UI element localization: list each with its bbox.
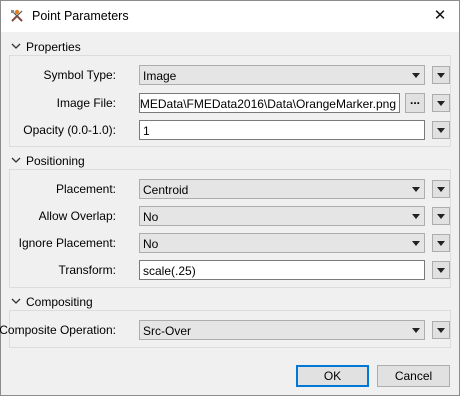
- opacity-label: Opacity (0.0-1.0):: [23, 123, 116, 137]
- symbol-type-dropdown[interactable]: Image: [139, 65, 425, 85]
- point-parameters-dialog: Point Parameters ✕ Properties Symbol Typ…: [0, 0, 460, 396]
- ignore-placement-menu-button[interactable]: [432, 234, 450, 252]
- triangle-down-icon: [437, 328, 445, 333]
- triangle-down-icon: [437, 214, 445, 219]
- triangle-down-icon: [412, 214, 420, 219]
- triangle-down-icon: [437, 128, 445, 133]
- chevron-down-icon: [11, 43, 21, 49]
- ok-button[interactable]: OK: [296, 365, 369, 387]
- section-title: Properties: [26, 40, 81, 54]
- dropdown-value: Image: [143, 69, 177, 83]
- cancel-button[interactable]: Cancel: [377, 365, 450, 387]
- title-bar: Point Parameters ✕: [1, 1, 459, 32]
- dropdown-value: No: [143, 210, 159, 224]
- composite-operation-dropdown[interactable]: Src-Over: [139, 320, 425, 340]
- close-icon: ✕: [433, 7, 447, 24]
- dropdown-value: No: [143, 237, 159, 251]
- triangle-down-icon: [437, 101, 445, 106]
- opacity-input[interactable]: 1: [139, 120, 425, 140]
- triangle-down-icon: [437, 73, 445, 78]
- symbol-type-label: Symbol Type:: [43, 68, 116, 82]
- chevron-down-icon: [11, 157, 21, 163]
- section-title: Compositing: [26, 295, 93, 309]
- window-title: Point Parameters: [32, 9, 129, 23]
- transform-menu-button[interactable]: [432, 261, 450, 279]
- triangle-down-icon: [412, 73, 420, 78]
- composite-operation-menu-button[interactable]: [432, 321, 450, 339]
- triangle-down-icon: [412, 241, 420, 246]
- transform-label: Transform:: [58, 263, 116, 277]
- triangle-down-icon: [412, 187, 420, 192]
- ignore-placement-label: Ignore Placement:: [18, 236, 116, 250]
- image-file-label: Image File:: [56, 96, 116, 110]
- placement-dropdown[interactable]: Centroid: [139, 179, 425, 199]
- positioning-group: Placement: Centroid Allow Overlap: No Ig…: [9, 169, 451, 288]
- section-title: Positioning: [26, 154, 85, 168]
- input-value: scale(.25): [143, 264, 196, 278]
- placement-menu-button[interactable]: [432, 180, 450, 198]
- chevron-down-icon: [11, 298, 21, 304]
- triangle-down-icon: [412, 328, 420, 333]
- opacity-menu-button[interactable]: [432, 121, 450, 139]
- dropdown-value: Src-Over: [143, 324, 191, 338]
- allow-overlap-dropdown[interactable]: No: [139, 206, 425, 226]
- image-file-input[interactable]: nts\FMEData\FMEData2016\Data\OrangeMarke…: [139, 93, 400, 113]
- placement-label: Placement:: [55, 182, 116, 196]
- image-file-menu-button[interactable]: [432, 94, 450, 112]
- triangle-down-icon: [437, 268, 445, 273]
- ignore-placement-dropdown[interactable]: No: [139, 233, 425, 253]
- fme-transformer-icon: [11, 9, 23, 22]
- transform-input[interactable]: scale(.25): [139, 260, 425, 280]
- input-value: nts\FMEData\FMEData2016\Data\OrangeMarke…: [139, 97, 396, 111]
- triangle-down-icon: [437, 241, 445, 246]
- composite-operation-label: Composite Operation:: [0, 323, 116, 337]
- compositing-group: Composite Operation: Src-Over: [0, 310, 451, 348]
- browse-button[interactable]: ...: [405, 93, 425, 113]
- allow-overlap-menu-button[interactable]: [432, 207, 450, 225]
- close-button[interactable]: ✕: [421, 1, 459, 31]
- input-value: 1: [143, 124, 150, 138]
- properties-group: Symbol Type: Image Image File: nts\FMEDa…: [9, 55, 451, 147]
- dropdown-value: Centroid: [143, 183, 189, 197]
- triangle-down-icon: [437, 187, 445, 192]
- allow-overlap-label: Allow Overlap:: [38, 209, 116, 223]
- symbol-type-menu-button[interactable]: [432, 66, 450, 84]
